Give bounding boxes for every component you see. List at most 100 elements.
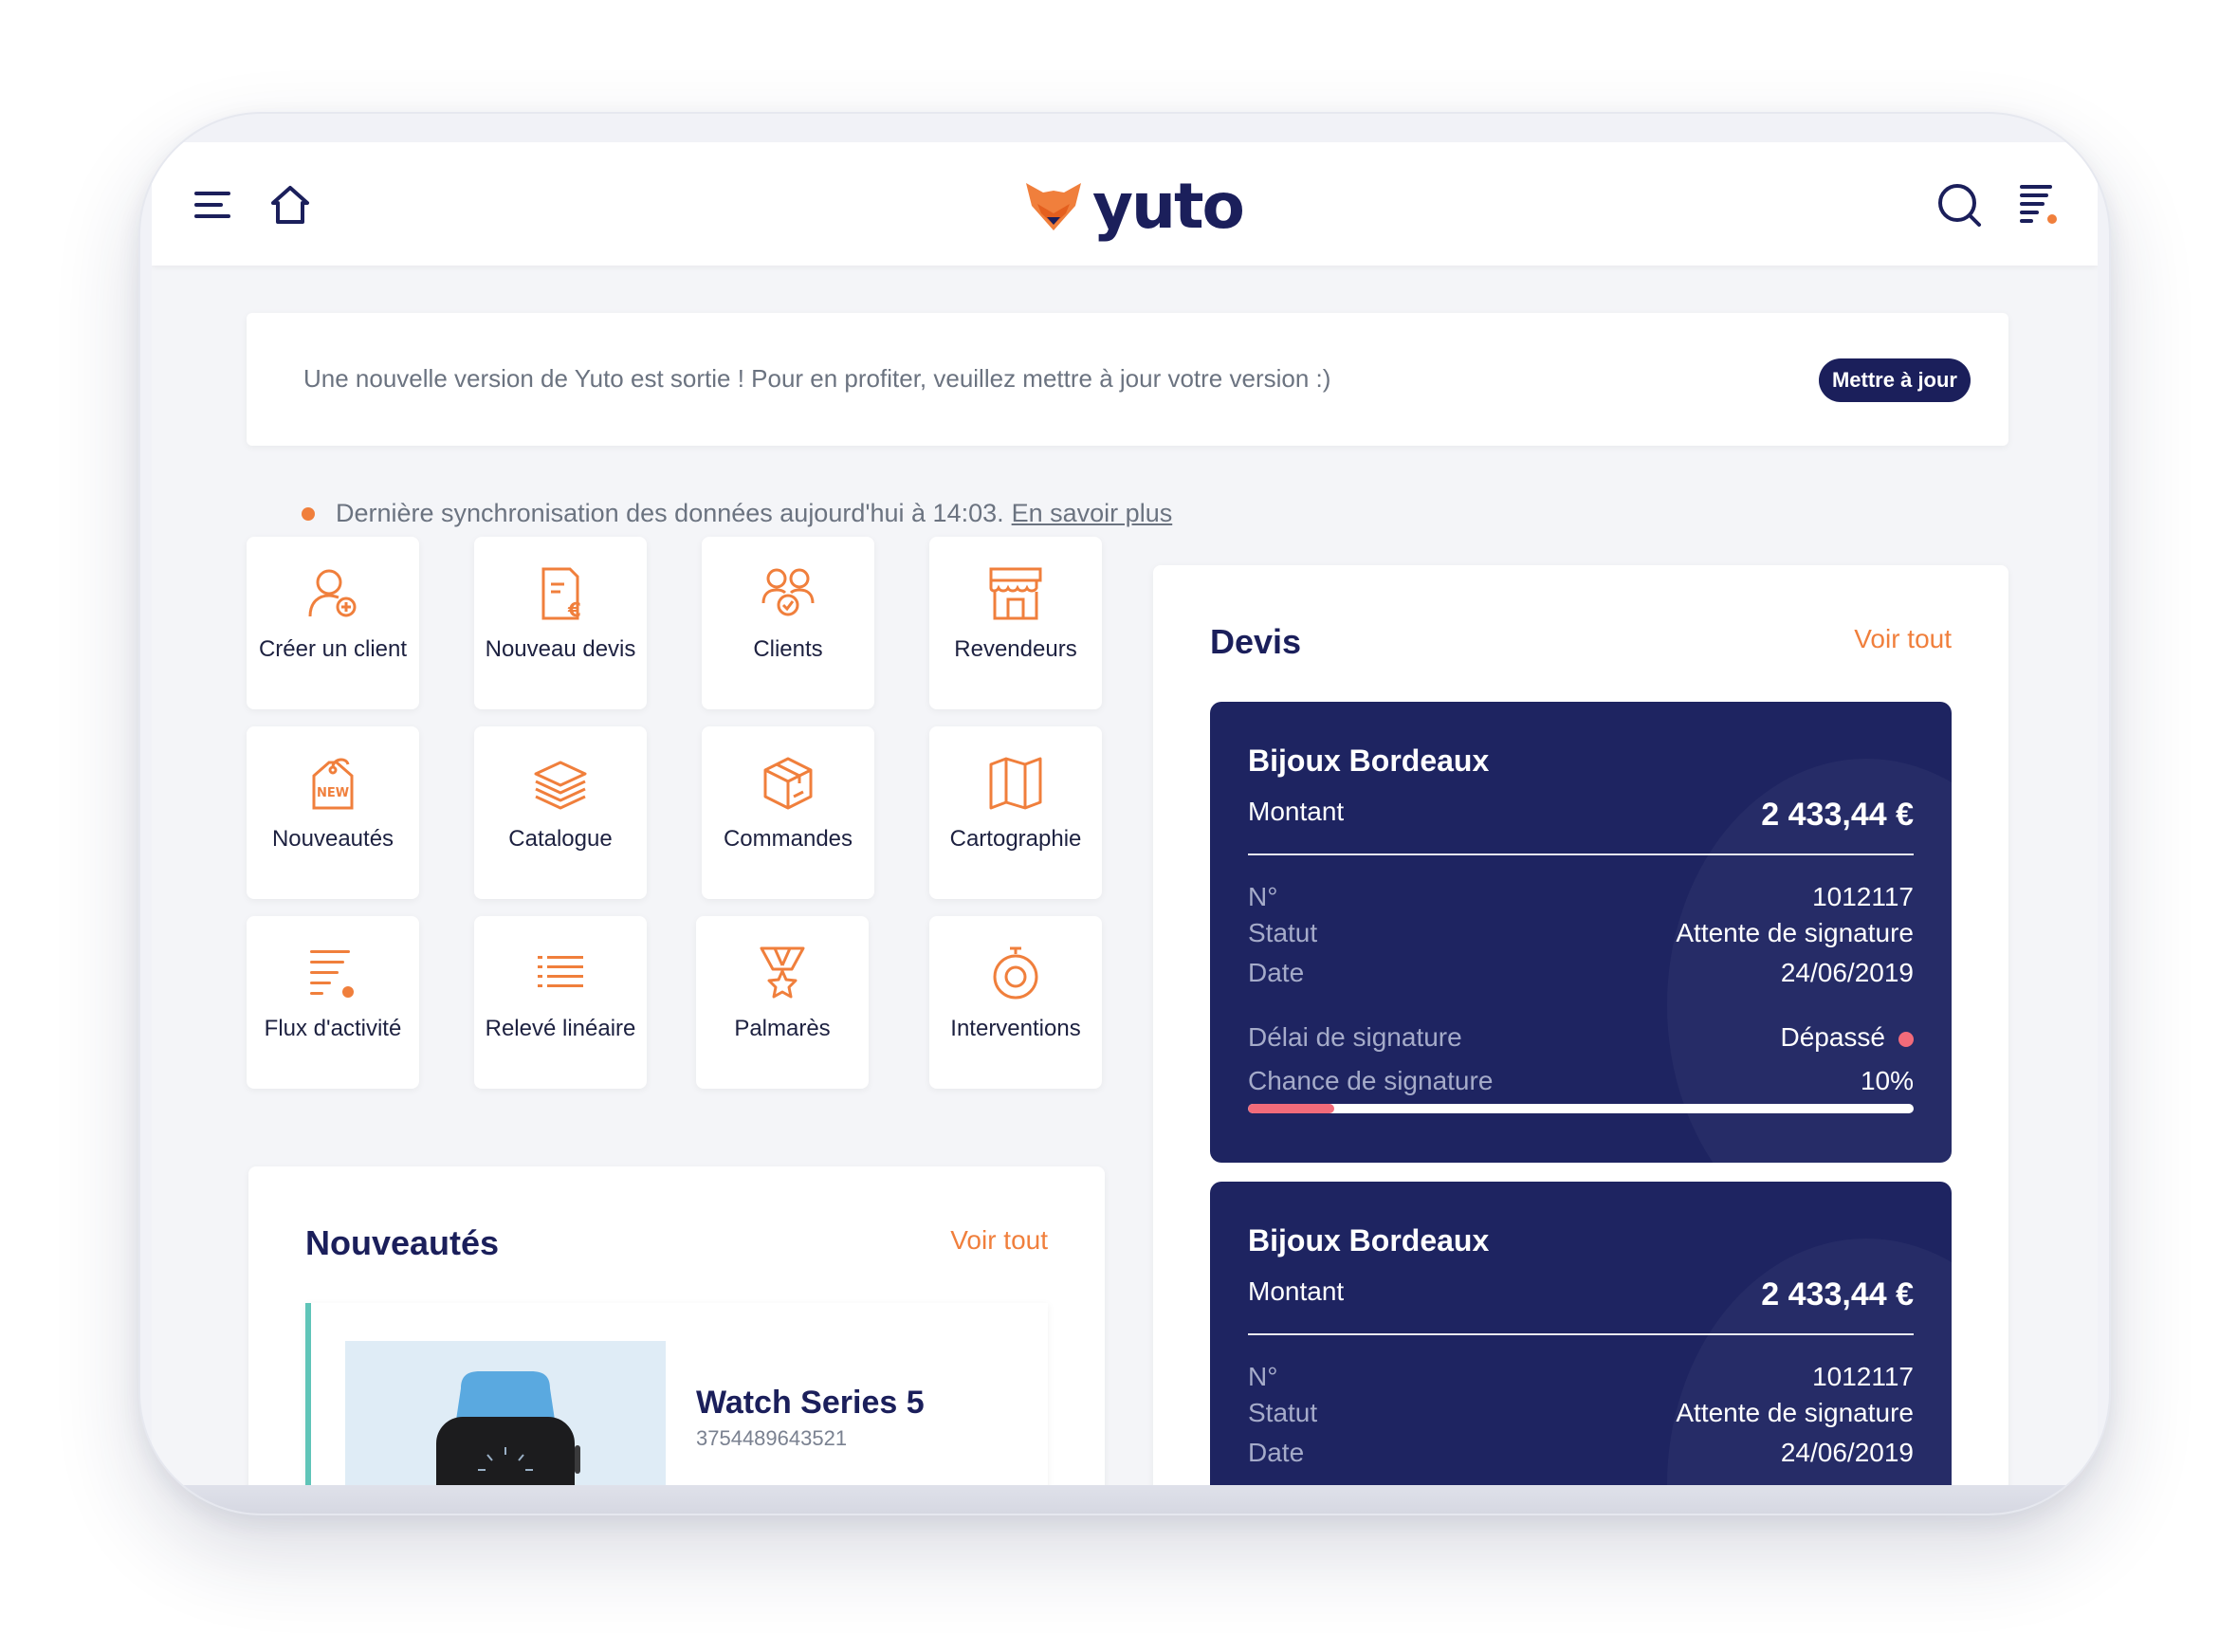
watch-icon	[436, 1371, 580, 1485]
tile-label: Interventions	[950, 1016, 1081, 1041]
tablet-frame: yuto Une nouvelle version de Yuto est so…	[138, 112, 2111, 1515]
product-reference: 3754489643521	[696, 1426, 848, 1450]
fox-logo-icon	[1026, 183, 1081, 230]
new-tag-icon: NEW	[312, 758, 354, 810]
tile-label: Nouveautés	[271, 826, 394, 852]
quote-document-icon: €	[541, 567, 581, 621]
sync-status: Dernière synchronisation des données auj…	[302, 499, 1172, 528]
menu-button[interactable]	[190, 182, 235, 228]
tile-new-products[interactable]: NEW Nouveautés	[247, 726, 419, 899]
home-button[interactable]	[266, 180, 315, 229]
tile-clients[interactable]: Clients	[702, 537, 874, 709]
logo-text: yuto	[1092, 170, 1245, 243]
home-icon	[271, 186, 309, 224]
amount-label: Montant	[1248, 797, 1345, 826]
tile-resellers[interactable]: Revendeurs	[929, 537, 1102, 709]
quote-status-row: Statut Attente de signature	[1248, 1398, 1914, 1428]
svg-text:NEW: NEW	[317, 786, 349, 800]
divider	[1248, 854, 1914, 855]
number-label: N°	[1248, 882, 1278, 911]
quote-number-row: N° 1012117	[1248, 1362, 1914, 1392]
number-label: N°	[1248, 1362, 1278, 1391]
tile-label: Nouveau devis	[485, 636, 636, 662]
tile-linear-survey[interactable]: Relevé linéaire	[474, 916, 647, 1089]
tile-label: Catalogue	[508, 826, 613, 852]
date-label: Date	[1248, 958, 1305, 987]
tile-label: Flux d'activité	[264, 1016, 402, 1041]
svg-text:€: €	[567, 598, 581, 621]
tile-create-client[interactable]: Créer un client	[247, 537, 419, 709]
quotes-card: Devis Voir tout Bijoux Bordeaux Montant …	[1153, 565, 2008, 1485]
store-icon	[989, 567, 1042, 620]
status-label: Statut	[1248, 1398, 1318, 1427]
number-value: 1012117	[1812, 882, 1914, 911]
tile-interventions[interactable]: Interventions	[929, 916, 1102, 1089]
product-image	[345, 1341, 666, 1485]
tile-orders[interactable]: Commandes	[702, 726, 874, 899]
quote-amount-row: Montant 2 433,44 €	[1248, 1276, 1914, 1313]
activity-feed-button[interactable]	[2016, 180, 2062, 229]
search-button[interactable]	[1935, 180, 1984, 229]
activity-feed-icon	[310, 950, 354, 998]
chance-label: Chance de signature	[1248, 1066, 1494, 1095]
package-icon	[763, 757, 813, 810]
number-value: 1012117	[1812, 1362, 1914, 1391]
tile-mapping[interactable]: Cartographie	[929, 726, 1102, 899]
yuto-logo: yuto	[1024, 170, 1245, 243]
quote-status-row: Statut Attente de signature	[1248, 918, 1914, 948]
activity-feed-icon	[2020, 185, 2057, 224]
update-button[interactable]: Mettre à jour	[1818, 358, 1971, 402]
list-icon	[538, 956, 583, 987]
add-user-icon	[308, 569, 357, 617]
update-banner: Une nouvelle version de Yuto est sortie …	[247, 313, 2008, 446]
tile-rankings[interactable]: Palmarès	[696, 916, 869, 1089]
clients-icon	[761, 568, 815, 616]
amount-value: 2 433,44 €	[1761, 1276, 1914, 1312]
update-message: Une nouvelle version de Yuto est sortie …	[303, 364, 1331, 393]
quote-date-row: Date 24/06/2019	[1248, 958, 1914, 988]
learn-more-link[interactable]: En savoir plus	[1012, 499, 1173, 528]
quote-card[interactable]: Bijoux Bordeaux Montant 2 433,44 € N° 10…	[1210, 1182, 1952, 1485]
quote-client-name: Bijoux Bordeaux	[1248, 743, 1490, 778]
tile-label: Cartographie	[949, 826, 1082, 852]
status-value: Attente de signature	[1676, 918, 1914, 947]
tile-new-quote[interactable]: € Nouveau devis	[474, 537, 647, 709]
tile-activity-feed[interactable]: Flux d'activité	[247, 916, 419, 1089]
tile-label: Clients	[753, 636, 823, 662]
quote-card[interactable]: Bijoux Bordeaux Montant 2 433,44 € N° 10…	[1210, 702, 1952, 1163]
quote-number-row: N° 1012117	[1248, 882, 1914, 912]
quote-delay-row: Délai de signature Dépassé	[1248, 1022, 1914, 1053]
amount-label: Montant	[1248, 1276, 1345, 1306]
menu-icon	[194, 192, 230, 218]
quote-date-row: Date 24/06/2019	[1248, 1438, 1914, 1468]
divider	[1248, 1333, 1914, 1335]
date-value: 24/06/2019	[1780, 958, 1914, 987]
medal-icon	[760, 946, 805, 999]
tile-label: Revendeurs	[954, 636, 1077, 662]
product-card[interactable]: Watch Series 5 3754489643521	[305, 1303, 1048, 1485]
tile-label: Palmarès	[734, 1016, 831, 1041]
tile-catalogue[interactable]: Catalogue	[474, 726, 647, 899]
tile-label: Créer un client	[258, 636, 408, 662]
stopwatch-icon	[993, 946, 1038, 1000]
signature-chance-bar	[1248, 1104, 1914, 1113]
tile-label: Commandes	[723, 826, 853, 852]
sync-status-dot	[302, 506, 315, 521]
map-icon	[989, 757, 1042, 810]
date-label: Date	[1248, 1438, 1305, 1467]
amount-value: 2 433,44 €	[1761, 797, 1914, 833]
delay-label: Délai de signature	[1248, 1022, 1462, 1052]
new-products-see-all-link[interactable]: Voir tout	[950, 1225, 1048, 1256]
overdue-dot	[1898, 1031, 1914, 1047]
quote-chance-row: Chance de signature 10%	[1248, 1066, 1914, 1096]
app-screen: yuto Une nouvelle version de Yuto est so…	[152, 142, 2098, 1485]
search-icon	[1938, 184, 1981, 227]
quotes-title: Devis	[1210, 622, 1302, 661]
status-value: Attente de signature	[1676, 1398, 1914, 1427]
quote-amount-row: Montant 2 433,44 €	[1248, 797, 1914, 834]
quotes-see-all-link[interactable]: Voir tout	[1854, 624, 1952, 654]
quote-client-name: Bijoux Bordeaux	[1248, 1223, 1490, 1257]
tile-label: Relevé linéaire	[485, 1016, 636, 1041]
layers-icon	[534, 761, 587, 810]
status-label: Statut	[1248, 918, 1318, 947]
